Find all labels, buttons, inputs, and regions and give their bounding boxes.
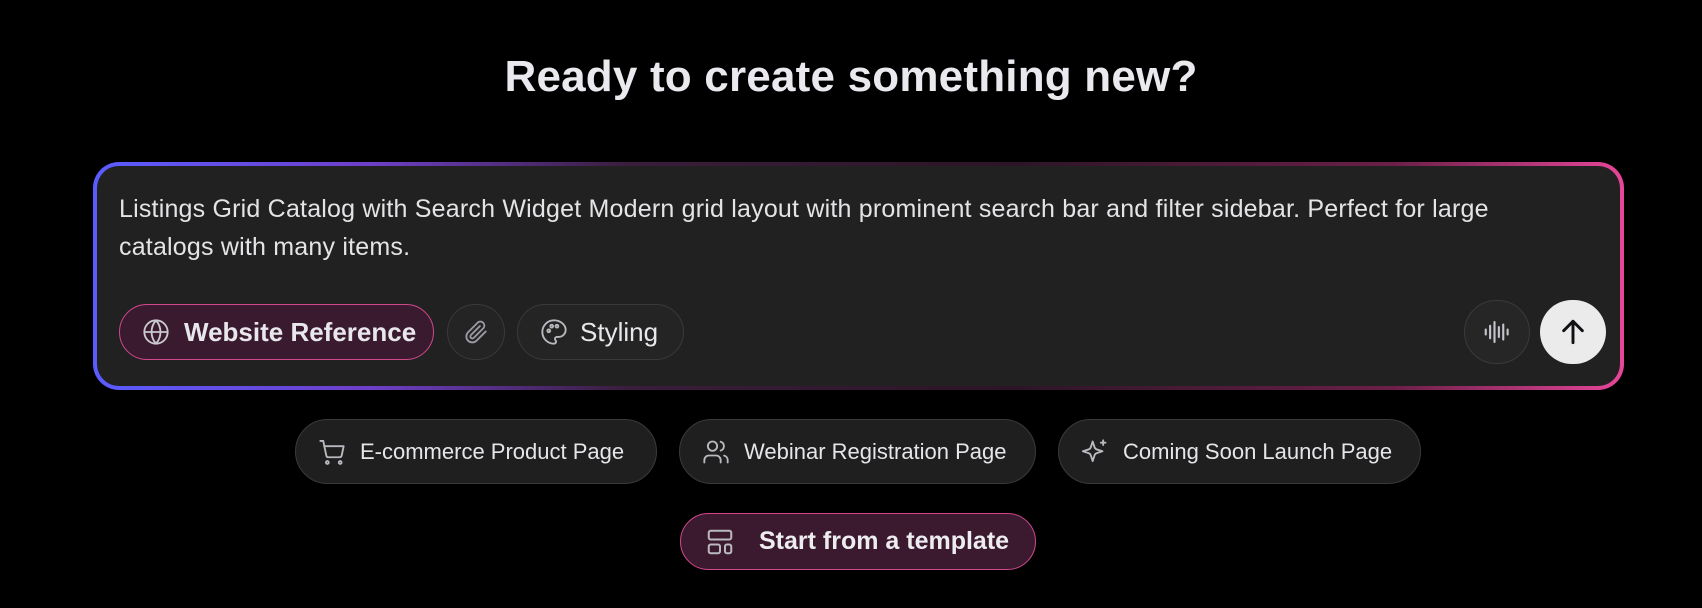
voice-input-button[interactable]	[1464, 300, 1530, 364]
prompt-container: Listings Grid Catalog with Search Widget…	[93, 162, 1624, 390]
start-from-template-button[interactable]: Start from a template	[680, 513, 1036, 570]
send-button[interactable]	[1540, 300, 1606, 364]
suggestion-label: Webinar Registration Page	[744, 438, 1007, 464]
users-icon	[703, 440, 729, 463]
website-reference-label: Website Reference	[184, 316, 417, 347]
styling-button[interactable]: Styling	[517, 304, 684, 360]
palette-icon	[541, 319, 567, 345]
prompt-box[interactable]: Listings Grid Catalog with Search Widget…	[97, 166, 1620, 386]
arrow-up-icon	[1562, 319, 1584, 345]
page: Ready to create something new? Listings …	[0, 0, 1702, 608]
suggestion-coming-soon-launch-page[interactable]: Coming Soon Launch Page	[1058, 419, 1421, 484]
suggestion-label: Coming Soon Launch Page	[1123, 438, 1393, 464]
shopping-cart-icon	[319, 439, 345, 465]
globe-icon	[143, 319, 169, 345]
layout-template-icon	[707, 529, 733, 554]
prompt-input[interactable]: Listings Grid Catalog with Search Widget…	[119, 190, 1589, 266]
sparkles-icon	[1081, 438, 1107, 462]
suggestion-label: E-commerce Product Page	[360, 438, 625, 464]
suggestion-ecommerce-product-page[interactable]: E-commerce Product Page	[295, 419, 657, 484]
website-reference-button[interactable]: Website Reference	[119, 304, 434, 360]
template-button-label: Start from a template	[759, 527, 1010, 555]
attach-button[interactable]	[447, 304, 505, 360]
audio-waveform-icon	[1484, 320, 1509, 344]
paperclip-icon	[465, 320, 487, 344]
page-title: Ready to create something new?	[504, 52, 1198, 101]
suggestion-webinar-registration-page[interactable]: Webinar Registration Page	[679, 419, 1036, 484]
styling-label: Styling	[580, 316, 659, 347]
